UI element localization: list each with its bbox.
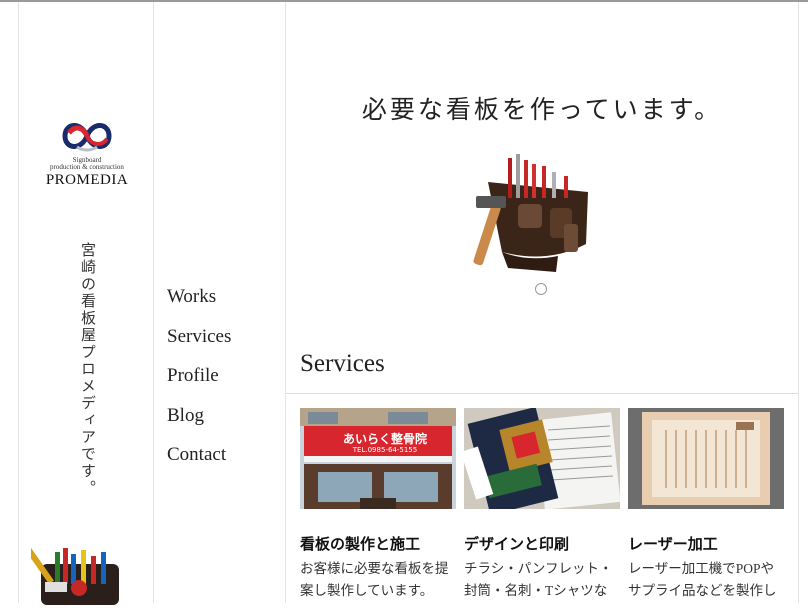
nav-item-profile[interactable]: Profile xyxy=(167,363,231,403)
laser-certificate-photo xyxy=(628,408,784,509)
vertical-caption: 宮崎の看板屋プロメディアです。 xyxy=(79,242,95,497)
carousel-dot[interactable] xyxy=(535,283,547,295)
service-card-signboard[interactable]: あいらく整骨院 TEL.0985-64-5155 看板の製作と施工 お客様に必要… xyxy=(300,408,456,602)
logo-tagline: Signboard production & construction xyxy=(50,156,124,171)
printed-materials-photo xyxy=(464,408,620,509)
card-title[interactable]: 看板の製作と施工 xyxy=(300,533,456,554)
card-title[interactable]: レーザー加工 xyxy=(628,533,784,554)
sign-text: あいらく整骨院 xyxy=(342,432,427,446)
services-heading: Services xyxy=(300,350,385,377)
nav-item-contact[interactable]: Contact xyxy=(167,442,231,482)
main-content: 必要な看板を作っています。 Services あいらく整骨院 TEL.0985-… xyxy=(286,2,799,603)
nav-item-blog[interactable]: Blog xyxy=(167,403,231,443)
nav-column: Works Services Profile Blog Contact xyxy=(153,2,286,603)
promedia-logo-icon xyxy=(62,123,112,152)
tools-thumbnail xyxy=(26,542,127,605)
site-logo[interactable]: Signboard production & construction PROM… xyxy=(41,117,133,189)
nav-item-works[interactable]: Works xyxy=(167,284,231,324)
brand-name: PROMEDIA xyxy=(45,172,129,188)
card-description: お客様に必要な看板を提案し製作しています。 xyxy=(300,561,449,598)
card-description: チラシ・パンフレット・封筒・名刺・Tシャツなどのデザイン xyxy=(464,561,613,598)
hero-headline: 必要な看板を作っています。 xyxy=(361,97,723,124)
service-card-laser[interactable]: レーザー加工 レーザー加工機でPOPやサプライ品などを製作していま xyxy=(628,408,784,602)
services-divider xyxy=(286,393,798,394)
hero-image-tool-belt xyxy=(468,152,608,272)
main-nav: Works Services Profile Blog Contact xyxy=(167,284,231,482)
signboard-photo: あいらく整骨院 TEL.0985-64-5155 xyxy=(300,408,456,509)
card-description: レーザー加工機でPOPやサプライ品などを製作していま xyxy=(628,561,777,598)
nav-item-services[interactable]: Services xyxy=(167,324,231,364)
brand-column: Signboard production & construction PROM… xyxy=(18,2,154,605)
sign-tel: TEL.0985-64-5155 xyxy=(352,446,418,454)
card-title[interactable]: デザインと印刷 xyxy=(464,533,620,554)
service-card-design-print[interactable]: デザインと印刷 チラシ・パンフレット・封筒・名刺・Tシャツなどのデザイン xyxy=(464,408,620,602)
